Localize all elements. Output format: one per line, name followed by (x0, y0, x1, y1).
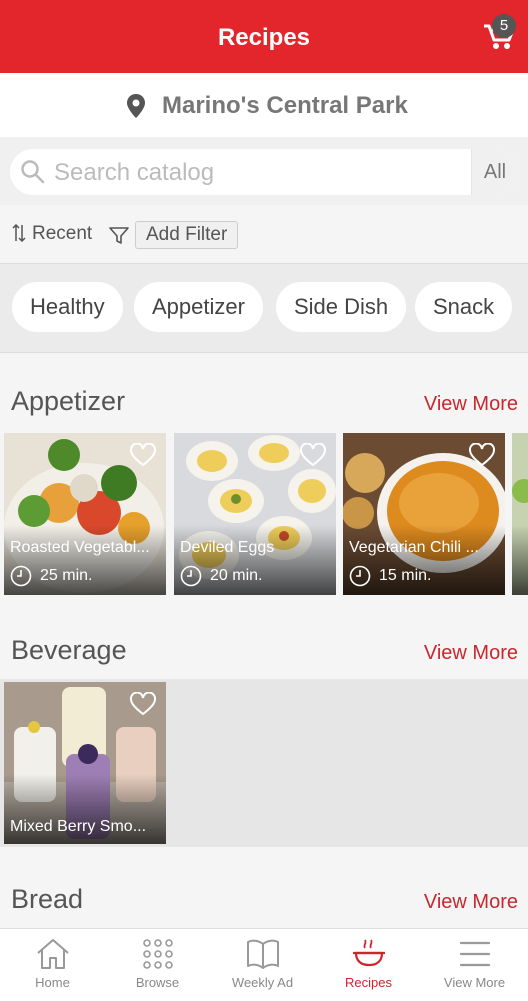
clock-icon (10, 565, 32, 587)
section-title-beverage: Beverage (11, 635, 127, 665)
recipe-card[interactable]: Roasted Vegetabl... 25 min. (4, 433, 166, 595)
recipe-title: Mixed Berry Smo... (10, 818, 147, 835)
view-more-bread[interactable]: View More (424, 891, 518, 914)
chip-side-dish[interactable]: Side Dish (276, 282, 407, 332)
nav-label: View More (443, 975, 506, 990)
search-icon (21, 160, 45, 184)
view-more-appetizer[interactable]: View More (424, 393, 518, 416)
recipe-card[interactable]: Deviled Eggs 20 min. (174, 433, 336, 595)
sort-arrows-icon (12, 223, 26, 243)
nav-label: Home (35, 975, 70, 990)
clock-icon (180, 565, 202, 587)
favorite-heart-icon[interactable] (300, 443, 326, 467)
recipe-title: Roasted Vegetabl... (10, 539, 150, 556)
clock-icon (349, 565, 371, 587)
favorite-heart-icon[interactable] (130, 443, 156, 467)
store-selector[interactable]: Marino's Central Park (0, 73, 528, 137)
recipe-title: Vegetarian Chili ... (349, 539, 479, 556)
recipe-time: 20 min. (180, 565, 262, 587)
chip-appetizer[interactable]: Appetizer (134, 282, 263, 332)
search-box: All (10, 149, 518, 195)
recipe-title: Deviled Eggs (180, 539, 275, 556)
recipe-card[interactable]: Vegetarian Chili ... 15 min. (343, 433, 505, 595)
favorite-heart-icon[interactable] (130, 692, 156, 716)
page-title: Recipes (217, 24, 311, 51)
search-input[interactable] (52, 149, 476, 195)
menu-icon (459, 941, 490, 967)
recipe-card-partial[interactable] (512, 433, 528, 595)
nav-label: Weekly Ad (231, 975, 294, 990)
pot-icon (352, 939, 385, 967)
sort-label: Recent (32, 223, 93, 244)
category-chips: Healthy Appetizer Side Dish Snack (0, 263, 528, 353)
add-filter-button[interactable]: Add Filter (135, 221, 239, 249)
favorite-heart-icon[interactable] (469, 443, 495, 467)
recipe-time: 25 min. (10, 565, 92, 587)
nav-home[interactable]: Home (0, 929, 105, 1001)
location-pin-icon (127, 94, 145, 118)
app-header: Recipes 5 (0, 0, 528, 73)
sort-filter-bar: Recent Add Filter (0, 205, 528, 263)
cart-count-badge: 5 (492, 14, 516, 38)
store-name: Marino's Central Park (162, 92, 408, 119)
view-more-beverage[interactable]: View More (424, 642, 518, 665)
recipe-time-value: 25 min. (40, 567, 93, 585)
nav-label: Recipes (345, 975, 392, 990)
nav-weekly-ad[interactable]: Weekly Ad (210, 929, 315, 1001)
home-icon (36, 939, 69, 969)
section-title-bread: Bread (11, 884, 84, 914)
recipe-time-value: 15 min. (379, 567, 432, 585)
recipe-time-value: 20 min. (210, 567, 263, 585)
grid-icon (142, 939, 173, 969)
chip-snack[interactable]: Snack (415, 282, 513, 332)
recipe-time: 15 min. (349, 565, 431, 587)
filter-icon[interactable] (108, 226, 130, 246)
nav-view-more[interactable]: View More (422, 929, 527, 1001)
recipe-card[interactable]: Mixed Berry Smo... (4, 682, 166, 844)
nav-recipes[interactable]: Recipes (316, 929, 421, 1001)
search-scope-button[interactable]: All (471, 149, 518, 195)
nav-label: Browse (135, 975, 180, 990)
section-title-appetizer: Appetizer (11, 386, 126, 416)
bottom-navigation: Home Browse Weekly Ad Recipes View More (0, 928, 528, 1001)
book-icon (246, 939, 279, 969)
nav-browse[interactable]: Browse (105, 929, 210, 1001)
chip-healthy[interactable]: Healthy (12, 282, 123, 332)
sort-button[interactable]: Recent (12, 223, 92, 245)
search-bar: All (0, 137, 528, 205)
